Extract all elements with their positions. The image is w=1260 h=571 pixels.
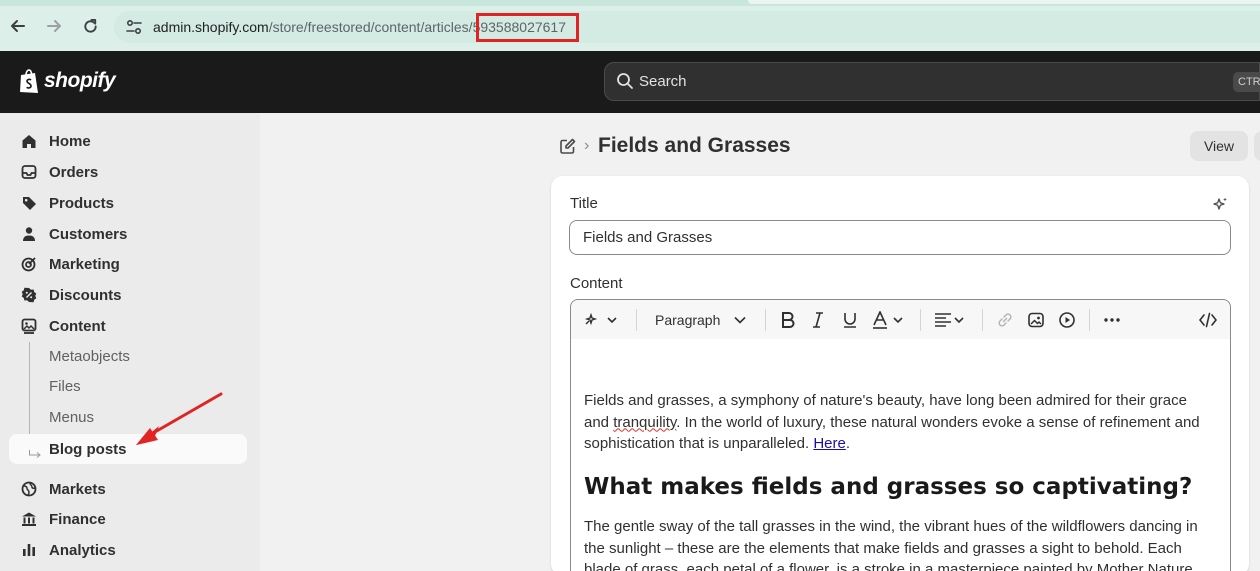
breadcrumb-chevron-icon: ›: [584, 137, 590, 154]
content-icon: [20, 318, 37, 335]
home-icon: [20, 133, 37, 150]
sidebar-item-orders[interactable]: Orders: [20, 161, 98, 183]
globe-icon: [20, 481, 37, 498]
page-title: Fields and Grasses: [598, 134, 791, 157]
sidebar-subitem-files[interactable]: Files: [49, 378, 81, 395]
tag-icon: [20, 195, 37, 212]
content-paragraph-2[interactable]: The gentle sway of the tall grasses in t…: [584, 516, 1216, 571]
back-arrow-icon[interactable]: [6, 14, 30, 38]
italic-icon[interactable]: [811, 310, 825, 330]
url-host: admin.shopify.com: [153, 19, 269, 35]
url-path: /store/freestored/content/articles/: [268, 19, 473, 35]
link-icon[interactable]: [996, 310, 1014, 330]
toolbar-divider: [765, 309, 766, 331]
bar-chart-icon: [20, 542, 37, 559]
search-placeholder: Search: [639, 73, 687, 90]
subnav-branch-arrow-icon: [29, 449, 43, 463]
shopify-logo[interactable]: shopify: [18, 68, 116, 94]
sidebar-item-label: Customers: [49, 225, 128, 243]
sidebar-item-label: Finance: [49, 510, 106, 528]
sidebar-item-label: Marketing: [49, 255, 120, 273]
paragraph-text: .: [845, 435, 850, 452]
chevron-down-icon: [734, 316, 746, 324]
sidebar-item-label: Products: [49, 194, 115, 212]
url-highlight-box: [476, 13, 579, 42]
annotation-arrow-icon: [128, 390, 228, 455]
misspelled-word: tranquility: [613, 413, 677, 431]
content-label: Content: [570, 275, 623, 292]
sidebar-item-label: Discounts: [49, 286, 122, 304]
toolbar-divider: [920, 309, 921, 331]
sidebar-item-label: Orders: [49, 163, 99, 181]
search-input[interactable]: [604, 62, 1260, 101]
sidebar-item-home[interactable]: Home: [20, 130, 91, 152]
browser-tab-edge: [748, 0, 1260, 4]
target-icon: [20, 256, 37, 273]
content-heading[interactable]: What makes fields and grasses so captiva…: [584, 474, 1192, 500]
reload-icon[interactable]: [78, 14, 102, 38]
search-shortcut-badge: CTR: [1233, 72, 1260, 92]
sidebar-item-marketing[interactable]: Marketing: [20, 253, 120, 275]
sidebar-subitem-menus[interactable]: Menus: [49, 409, 94, 426]
paragraph-select-label: Paragraph: [655, 312, 721, 328]
view-button[interactable]: View: [1190, 131, 1248, 161]
more-actions-button[interactable]: [1254, 131, 1260, 161]
here-link[interactable]: Here: [813, 435, 846, 452]
bold-icon[interactable]: [780, 310, 796, 330]
image-icon[interactable]: [1027, 310, 1045, 330]
code-view-icon[interactable]: [1199, 310, 1217, 330]
discount-icon: [20, 287, 37, 304]
sidebar-subitem-blog-posts[interactable]: Blog posts: [49, 441, 127, 458]
sidebar-item-analytics[interactable]: Analytics: [20, 539, 116, 561]
shopify-bag-icon: [20, 69, 38, 93]
title-label: Title: [570, 195, 598, 212]
subnav-connector: [29, 342, 30, 449]
inbox-icon: [20, 164, 37, 181]
title-input[interactable]: [569, 220, 1231, 255]
blog-post-edit-icon[interactable]: [559, 138, 576, 160]
align-icon[interactable]: [934, 310, 968, 330]
sidebar-item-label: Markets: [49, 480, 106, 498]
sidebar-item-products[interactable]: Products: [20, 192, 114, 214]
sidebar-item-finance[interactable]: Finance: [20, 508, 106, 530]
ai-sparkle-icon[interactable]: [1211, 196, 1229, 219]
sidebar-item-label: Content: [49, 317, 106, 335]
shopify-wordmark: shopify: [44, 69, 116, 92]
person-icon: [20, 226, 37, 243]
more-options-icon[interactable]: [1103, 310, 1121, 330]
forward-arrow-icon[interactable]: [42, 14, 66, 38]
underline-icon[interactable]: [842, 310, 858, 330]
search-icon: [616, 72, 634, 95]
video-icon[interactable]: [1058, 310, 1076, 330]
toolbar-divider: [636, 309, 637, 331]
sidebar-subitem-metaobjects[interactable]: Metaobjects: [49, 348, 130, 365]
sidebar-item-discounts[interactable]: Discounts: [20, 284, 122, 306]
bank-icon: [20, 511, 37, 528]
sidebar-item-customers[interactable]: Customers: [20, 223, 127, 245]
paragraph-style-select[interactable]: Paragraph: [655, 310, 746, 330]
sidebar-item-label: Home: [49, 132, 91, 150]
toolbar-divider: [982, 309, 983, 331]
sidebar-item-label: Analytics: [49, 541, 116, 559]
text-color-icon[interactable]: [872, 310, 906, 330]
site-settings-icon[interactable]: [124, 17, 144, 37]
ai-generate-button[interactable]: [584, 310, 618, 330]
paragraph-text: . In the world of luxury, these natural …: [584, 413, 1200, 453]
sidebar-item-markets[interactable]: Markets: [20, 478, 106, 500]
toolbar-divider: [1089, 309, 1090, 331]
sidebar-item-content[interactable]: Content: [20, 315, 106, 337]
content-paragraph-1[interactable]: Fields and grasses, a symphony of nature…: [584, 390, 1216, 455]
